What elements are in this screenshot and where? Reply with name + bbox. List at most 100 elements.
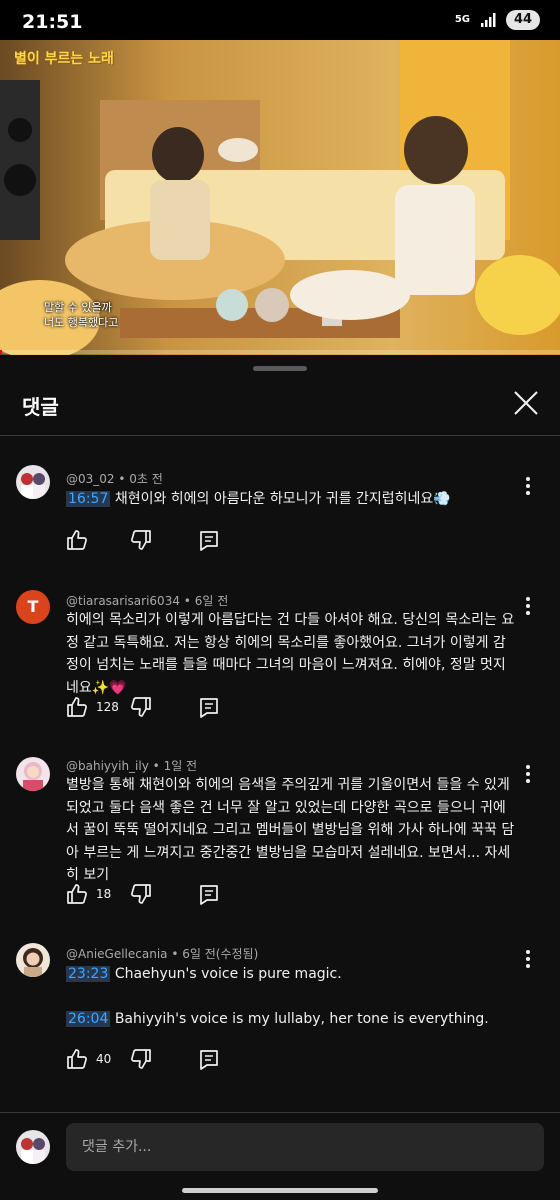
like-button[interactable]: 40: [66, 1048, 130, 1070]
comment-text: 16:57 채현이와 히에의 아름다운 하모니가 귀를 간지럽히네요💨: [66, 488, 516, 511]
comment-text-part: Bahiyyih's voice is my lullaby, her tone…: [114, 1010, 489, 1027]
close-icon: [514, 391, 538, 415]
dislike-button[interactable]: [130, 696, 198, 718]
reply-button[interactable]: [198, 1048, 220, 1070]
avatar[interactable]: T: [16, 590, 50, 624]
like-button[interactable]: 128: [66, 696, 130, 718]
show-logo: 별이 부르는 노래: [14, 51, 114, 67]
thumbs-down-icon: [131, 884, 151, 904]
comment-time: 1일 전: [163, 759, 198, 773]
reply-comment-icon: [200, 1050, 218, 1070]
meta-separator: •: [183, 594, 195, 608]
comment-author[interactable]: @AnieGellecania: [66, 947, 168, 961]
more-vert-icon: [526, 950, 530, 968]
signal-icon: [481, 13, 496, 27]
video-progress-bar[interactable]: [0, 350, 560, 354]
comment-text-part: 채현이와 히에의 아름다운 하모니가 귀를 간지럽히네요💨: [114, 491, 451, 507]
video-player[interactable]: 별이 부르는 노래 말할 수 있을까 너도 행복했다고: [0, 40, 560, 355]
comment-text: 별방을 통해 채현이와 히에의 음색을 주의깊게 귀를 기울이면서 들을 수 있…: [66, 774, 516, 887]
reply-button[interactable]: [198, 529, 220, 551]
comment-meta: @AnieGellecania • 6일 전(수정됨): [66, 945, 258, 962]
battery-level: 44: [513, 12, 533, 27]
comment-line: 23:23 Chaehyun's voice is pure magic.: [66, 963, 516, 986]
more-vert-icon: [526, 597, 530, 615]
comment-more-button[interactable]: [518, 762, 538, 786]
reply-comment-icon: [200, 531, 218, 551]
thumbs-down-icon: [131, 530, 151, 550]
comment-actions: [66, 528, 220, 552]
status-time: 21:51: [22, 11, 83, 33]
avatar-photo: [16, 943, 50, 977]
comment-time: 6일 전(수정됨): [182, 947, 259, 961]
comment-more-button[interactable]: [518, 474, 538, 498]
status-icons: 5G 44: [455, 10, 540, 30]
comment-text-part: 별방을 통해 채현이와 히에의 음색을 주의깊게 귀를 기울이면서 들을 수 있…: [66, 777, 515, 861]
my-avatar: [16, 1130, 50, 1164]
subtitle-line-2: 너도 행복했다고: [44, 316, 119, 329]
network-label: 5G: [454, 14, 470, 25]
reply-comment-icon: [200, 885, 218, 905]
comment-text: 23:23 Chaehyun's voice is pure magic. 26…: [66, 963, 516, 1030]
comment-meta: @bahiyyih_ily • 1일 전: [66, 757, 197, 774]
avatar[interactable]: [16, 757, 50, 791]
more-vert-icon: [526, 477, 530, 495]
like-count: 18: [96, 887, 112, 901]
like-button[interactable]: [66, 529, 130, 551]
battery-icon: 44: [506, 10, 540, 30]
dislike-button[interactable]: [130, 529, 198, 551]
avatar[interactable]: [16, 943, 50, 977]
dislike-button[interactable]: [130, 883, 198, 905]
comment-time: 6일 전: [194, 594, 229, 608]
thumbs-down-icon: [131, 1049, 151, 1069]
thumbs-up-icon: [67, 530, 87, 550]
comment-line: 26:04 Bahiyyih's voice is my lullaby, he…: [66, 1008, 516, 1031]
reply-comment-icon: [200, 698, 218, 718]
comment-actions: 128: [66, 695, 220, 719]
comment-meta: @03_02 • 0초 전: [66, 470, 163, 487]
avatar[interactable]: [16, 465, 50, 499]
thumbs-up-icon: [67, 1049, 87, 1069]
like-count: 40: [96, 1052, 112, 1066]
meta-separator: •: [152, 759, 164, 773]
avatar-letter: T: [27, 597, 39, 616]
reply-button[interactable]: [198, 883, 220, 905]
header-divider: [0, 435, 560, 436]
avatar-photo: [16, 465, 50, 499]
comment-author[interactable]: @bahiyyih_ily: [66, 759, 149, 773]
comment-author[interactable]: @tiarasarisari6034: [66, 594, 180, 608]
thumbs-down-icon: [131, 697, 151, 717]
subtitle-line-1: 말할 수 있을까: [44, 301, 112, 314]
network-5g-icon: 5G: [455, 15, 470, 25]
comment-composer-bar: [0, 1112, 560, 1200]
video-subtitle: 말할 수 있을까 너도 행복했다고: [44, 300, 118, 330]
sheet-drag-handle[interactable]: [253, 366, 307, 371]
add-comment-input[interactable]: [66, 1123, 544, 1171]
status-bar: 21:51 5G 44: [0, 0, 560, 40]
avatar-photo: [16, 1130, 50, 1164]
comments-title: 댓글: [22, 395, 59, 419]
like-button[interactable]: 18: [66, 883, 130, 905]
thumbs-up-icon: [67, 884, 87, 904]
more-vert-icon: [526, 765, 530, 783]
comment-author[interactable]: @03_02: [66, 472, 115, 486]
home-indicator[interactable]: [182, 1188, 378, 1193]
close-button[interactable]: [510, 387, 542, 419]
comment-actions: 40: [66, 1047, 220, 1071]
timestamp-link[interactable]: 26:04: [66, 1010, 111, 1027]
like-count: 128: [96, 700, 119, 714]
comment-line-spacer: [66, 986, 516, 1008]
timestamp-link[interactable]: 16:57: [66, 491, 111, 507]
thumbs-up-icon: [67, 697, 87, 717]
comment-text-part: Chaehyun's voice is pure magic.: [114, 966, 342, 982]
comment-more-button[interactable]: [518, 594, 538, 618]
reply-button[interactable]: [198, 696, 220, 718]
timestamp-link[interactable]: 23:23: [66, 966, 111, 982]
comment-text: 히에의 목소리가 이렇게 아름답다는 건 다들 아셔야 해요. 당신의 목소리는…: [66, 612, 515, 696]
comment-more-button[interactable]: [518, 947, 538, 971]
comment-time: 0초 전: [129, 472, 163, 486]
meta-separator: •: [118, 472, 130, 486]
comment-meta: @tiarasarisari6034 • 6일 전: [66, 592, 228, 609]
meta-separator: •: [171, 947, 183, 961]
avatar-photo: [16, 757, 50, 791]
dislike-button[interactable]: [130, 1048, 198, 1070]
